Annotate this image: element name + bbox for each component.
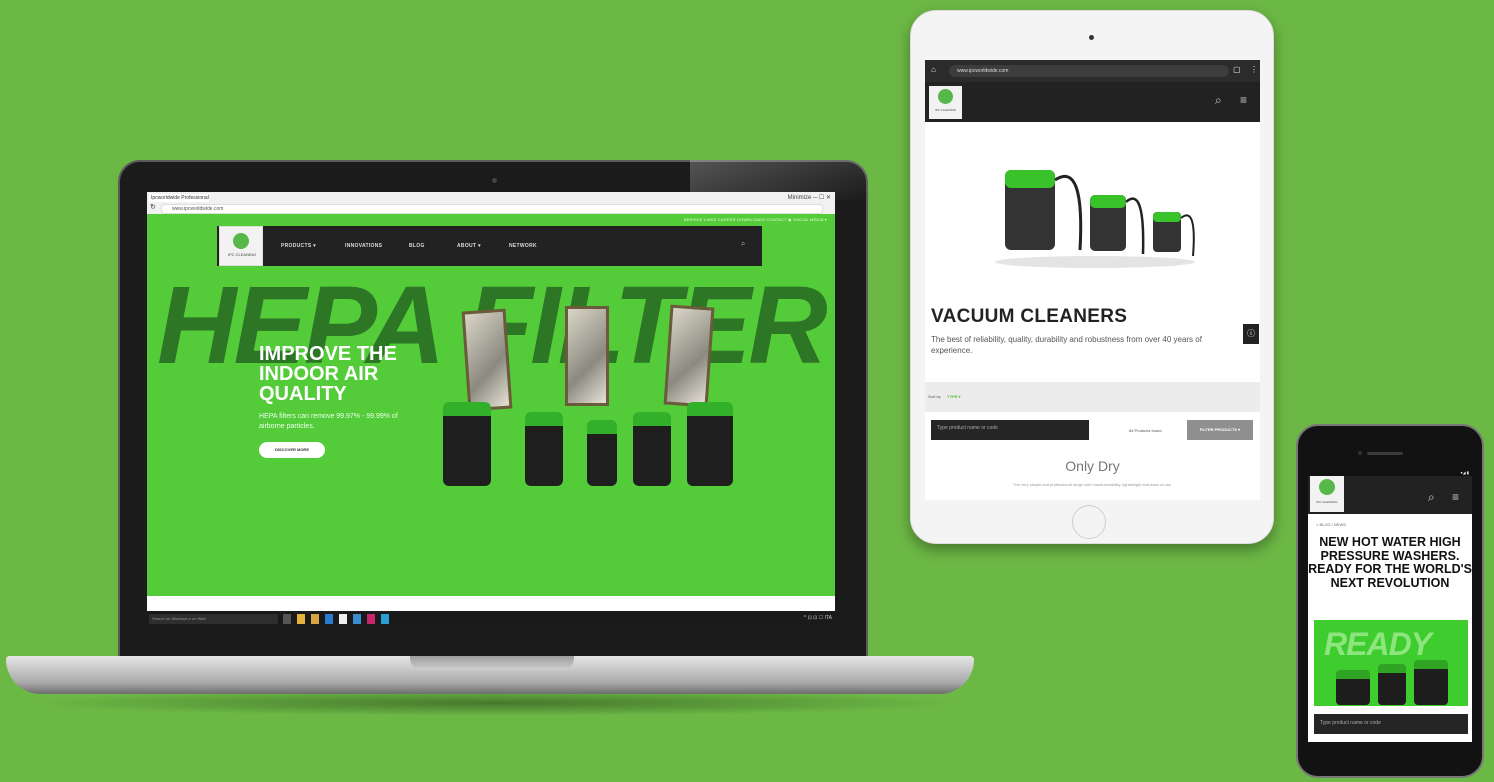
laptop-screen: Ipcworldwide Professional × Minimize ─ ☐… <box>147 192 835 628</box>
product-search-input[interactable]: Type product name or code <box>931 420 1089 440</box>
search-placeholder: Type product name or code <box>1320 720 1381 726</box>
discover-more-button[interactable]: DISCOVER MORE <box>259 442 325 458</box>
menu-dots-icon[interactable]: ⋮ <box>1250 65 1258 74</box>
scrubber-machine-image <box>525 412 563 486</box>
sort-bar: Sort by TYPE ▾ <box>925 382 1260 412</box>
app-icon[interactable] <box>381 614 389 624</box>
document-icon[interactable] <box>339 614 347 624</box>
nav-about[interactable]: ABOUT ▾ <box>457 243 481 249</box>
tablet-site-logo[interactable]: IPC CLEANING <box>929 86 962 119</box>
logo-text: IPC CLEANING <box>934 108 957 112</box>
page-title: VACUUM CLEANERS <box>931 306 1128 327</box>
side-toggle-icon[interactable]: ⓘ <box>1243 324 1259 344</box>
website-page: SERVICE LINKS CAREER DOWNLOADS CONTACT ◉… <box>147 214 835 596</box>
page-description: The best of reliability, quality, durabi… <box>931 335 1202 355</box>
address-bar[interactable]: www.ipcworldwide.com <box>161 204 823 214</box>
utility-links[interactable]: SERVICE LINKS CAREER DOWNLOADS CONTACT ◉… <box>684 217 827 222</box>
hero-subtitle: HEPA filters can remove 99.97% - 99.99% … <box>259 413 398 430</box>
tablet-address-bar[interactable]: www.ipcworldwide.com <box>949 65 1229 77</box>
app-icon[interactable] <box>353 614 361 624</box>
vacuum-cleaners-image <box>995 170 1195 268</box>
phone-speaker <box>1367 452 1403 455</box>
system-tray[interactable]: ^ ⊡ ⊡ ☐ ITA <box>804 615 832 621</box>
search-icon[interactable]: ⌕ <box>741 239 745 249</box>
nav-blog[interactable]: BLOG <box>409 243 425 249</box>
laptop-camera <box>492 178 497 183</box>
category-title: Only Dry <box>1065 458 1120 474</box>
category-subtitle: The very simple and professional range w… <box>1013 482 1172 487</box>
scrubber-machine-image <box>633 412 671 486</box>
pressure-washer-image <box>1378 664 1406 705</box>
hepa-panel-image <box>461 308 513 412</box>
breadcrumb[interactable]: < BLOG / NEWS <box>1316 522 1346 527</box>
pressure-washer-image <box>1336 670 1370 705</box>
folder-icon[interactable] <box>311 614 319 624</box>
scrubber-machine-image <box>443 402 491 486</box>
pressure-washer-image <box>1414 660 1448 705</box>
nav-innovations[interactable]: INNOVATIONS <box>345 243 382 249</box>
scrubber-machine-image <box>687 402 733 486</box>
search-placeholder: Type product name or code <box>937 425 998 431</box>
hero-title: IMPROVE THE INDOOR AIR QUALITY <box>259 343 397 405</box>
search-icon[interactable]: ⌕ <box>1428 490 1435 505</box>
site-logo[interactable]: IPC CLEANING <box>219 226 263 266</box>
hepa-panel-image <box>663 304 715 408</box>
logo-emblem <box>938 89 953 104</box>
article-title: NEW HOT WATER HIGH PRESSURE WASHERS. REA… <box>1308 535 1472 590</box>
nav-products[interactable]: PRODUCTS ▾ <box>281 243 316 249</box>
browser-chrome: Ipcworldwide Professional × Minimize ─ ☐… <box>147 192 835 215</box>
outlook-icon[interactable] <box>325 614 333 624</box>
home-icon[interactable]: ⌂ <box>931 65 936 74</box>
phone-product-search-input[interactable]: Type product name or code <box>1314 714 1468 734</box>
sort-label: Sort by <box>928 394 941 399</box>
article-image: READY <box>1314 620 1468 706</box>
taskbar-search[interactable]: Search on Windows e on Web <box>149 614 278 624</box>
tablet-home-button[interactable] <box>1072 505 1106 539</box>
phone-screen: ▾◢ ▮ ⌕ ≡ IPC CLEANING < BLOG / NEWS NEW … <box>1308 470 1472 742</box>
logo-text: IPC CLEANING <box>1316 500 1338 504</box>
hepa-panel-image <box>565 306 609 406</box>
nav-network[interactable]: NETWORK <box>509 243 537 249</box>
hamburger-menu-icon[interactable]: ≡ <box>1452 490 1459 504</box>
task-view-icon[interactable] <box>283 614 291 624</box>
site-navbar: PRODUCTS ▾ INNOVATIONS BLOG ABOUT ▾ NETW… <box>217 226 762 266</box>
browser-tab[interactable]: Ipcworldwide Professional × <box>149 194 209 209</box>
logo-text: IPC CLEANING <box>227 252 257 257</box>
chrome-icon[interactable] <box>297 614 305 624</box>
page-footer-strip <box>147 596 835 611</box>
tablet-site-header <box>925 82 1260 122</box>
phone-camera <box>1358 451 1362 455</box>
window-controls[interactable]: Minimize ─ ☐ ✕ <box>788 194 831 201</box>
image-overlay-text: READY <box>1324 626 1432 662</box>
logo-emblem <box>233 233 249 249</box>
search-icon[interactable]: ⌕ <box>1215 93 1222 108</box>
scrubber-machine-image <box>587 420 617 486</box>
sort-dropdown[interactable]: TYPE ▾ <box>947 394 961 399</box>
tablet-screen: ⌂ www.ipcworldwide.com ▢ ⋮ IPC CLEANING … <box>925 60 1260 500</box>
tablet-browser-bar: ⌂ www.ipcworldwide.com ▢ ⋮ <box>925 60 1260 82</box>
windows-taskbar: Search on Windows e on Web ^ ⊡ ⊡ ☐ ITA <box>147 611 835 628</box>
phone-site-logo[interactable]: IPC CLEANING <box>1310 476 1344 512</box>
reload-icon[interactable]: ↻ <box>150 203 156 211</box>
logo-emblem <box>1319 479 1335 495</box>
app-icon[interactable] <box>367 614 375 624</box>
filter-products-button[interactable]: FILTER PRODUCTS ▾ <box>1187 420 1253 440</box>
products-found-count: 84 Products found <box>1129 428 1162 433</box>
tabs-icon[interactable]: ▢ <box>1233 65 1241 74</box>
tablet-camera <box>1089 35 1094 40</box>
laptop-base-notch <box>410 656 574 670</box>
hamburger-menu-icon[interactable]: ≡ <box>1240 93 1247 107</box>
